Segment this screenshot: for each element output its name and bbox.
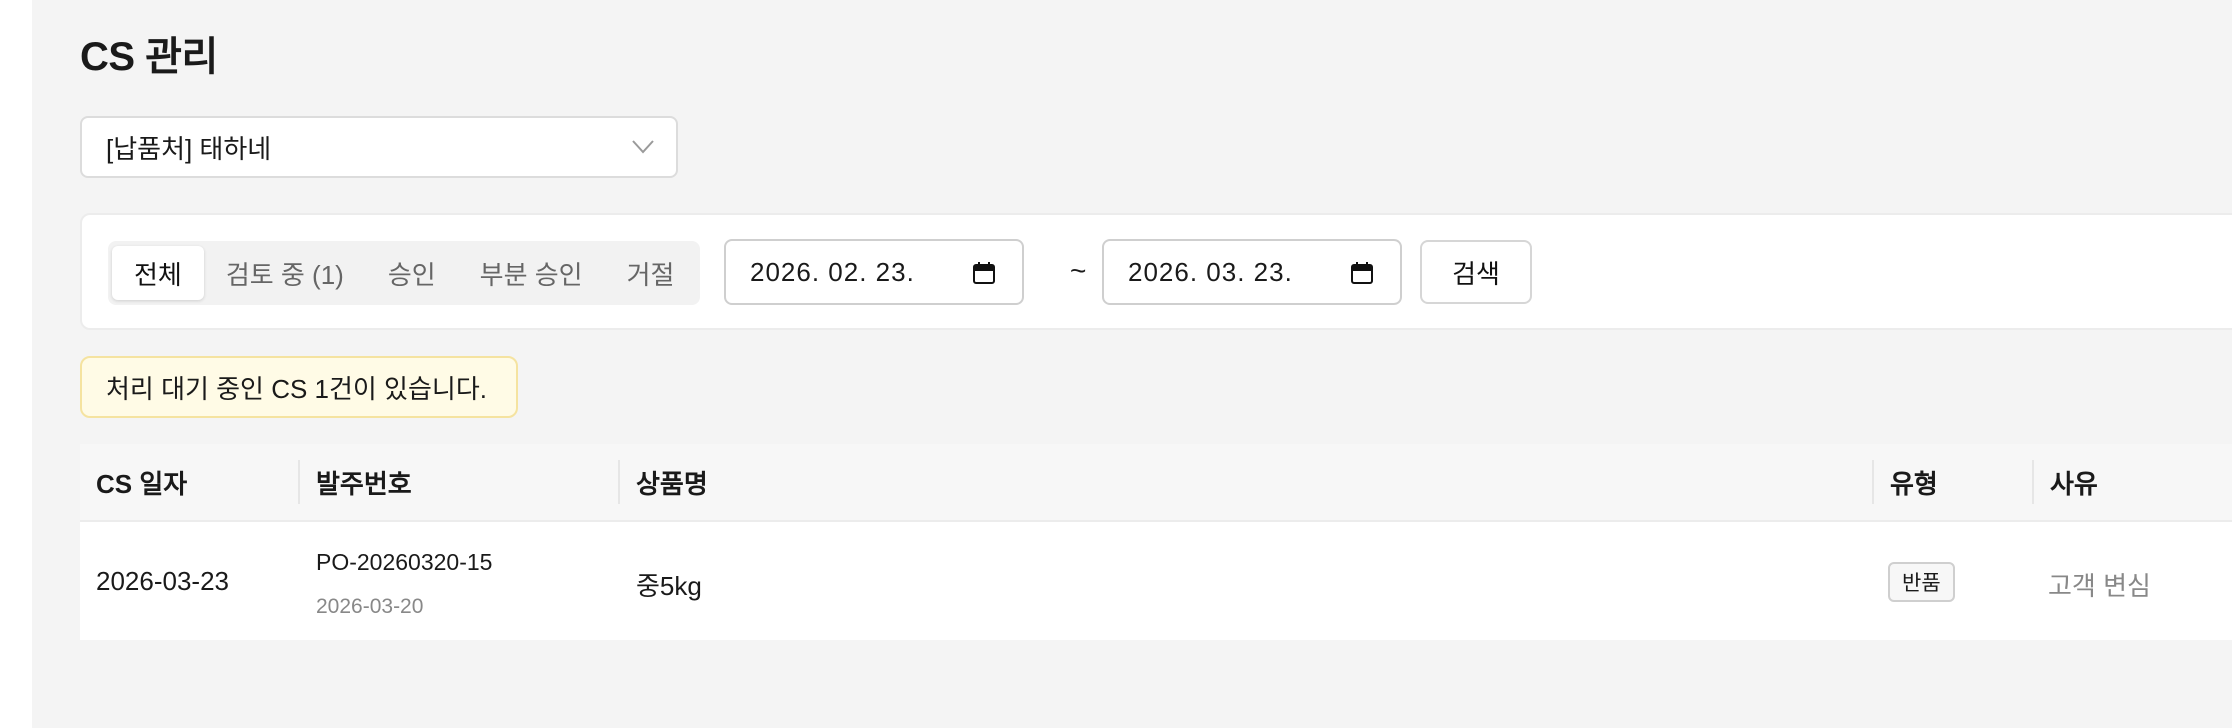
cell-po-number: PO-20260320-15 (316, 549, 493, 575)
vendor-select-value: [납품처] 태하네 (106, 133, 272, 164)
column-header-product: 상품명 (618, 460, 708, 504)
pending-notice: 처리 대기 중인 CS 1건이 있습니다. (80, 356, 518, 418)
date-separator: ~ (1070, 255, 1087, 286)
column-header-reason: 사유 (2032, 460, 2098, 504)
tab-rejected[interactable]: 거절 (605, 246, 697, 300)
date-from-value: 2026. 02. 23. (750, 256, 915, 287)
tab-reviewing[interactable]: 검토 중 (1) (204, 246, 366, 300)
column-header-type: 유형 (1872, 460, 1938, 504)
page-title: CS 관리 (80, 35, 218, 79)
date-to-value: 2026. 03. 23. (1128, 256, 1293, 287)
column-header-po-number: 발주번호 (298, 460, 412, 504)
table-row[interactable]: 2026-03-23 PO-20260320-15 2026-03-20 중5k… (80, 522, 2232, 640)
date-to-input[interactable]: 2026. 03. 23. (1102, 239, 1402, 305)
table-header: CS 일자 발주번호 상품명 유형 사유 (80, 444, 2232, 522)
calendar-icon[interactable] (972, 261, 996, 285)
type-badge: 반품 (1888, 562, 1955, 602)
cell-reason: 고객 변심 (2048, 571, 2151, 601)
date-from-input[interactable]: 2026. 02. 23. (724, 239, 1024, 305)
cell-po-date: 2026-03-20 (316, 595, 424, 618)
column-header-cs-date: CS 일자 (96, 468, 188, 499)
cell-cs-date: 2026-03-23 (96, 566, 229, 596)
calendar-icon[interactable] (1350, 261, 1374, 285)
search-button[interactable]: 검색 (1420, 240, 1532, 304)
chevron-down-icon (632, 140, 654, 154)
filter-panel: 전체 검토 중 (1) 승인 부분 승인 거절 2026. 02. 23. ~ … (80, 213, 2232, 330)
cell-product: 중5kg (636, 571, 702, 601)
tab-all[interactable]: 전체 (112, 246, 204, 300)
main-content: CS 관리 [납품처] 태하네 전체 검토 중 (1) 승인 부분 승인 거절 … (32, 0, 2232, 728)
tab-partial-approved[interactable]: 부분 승인 (458, 246, 605, 300)
vendor-select[interactable]: [납품처] 태하네 (80, 116, 678, 178)
status-tabs: 전체 검토 중 (1) 승인 부분 승인 거절 (108, 241, 701, 305)
cs-table: CS 일자 발주번호 상품명 유형 사유 2026-03-23 PO-20260… (80, 444, 2232, 640)
tab-approved[interactable]: 승인 (366, 246, 458, 300)
